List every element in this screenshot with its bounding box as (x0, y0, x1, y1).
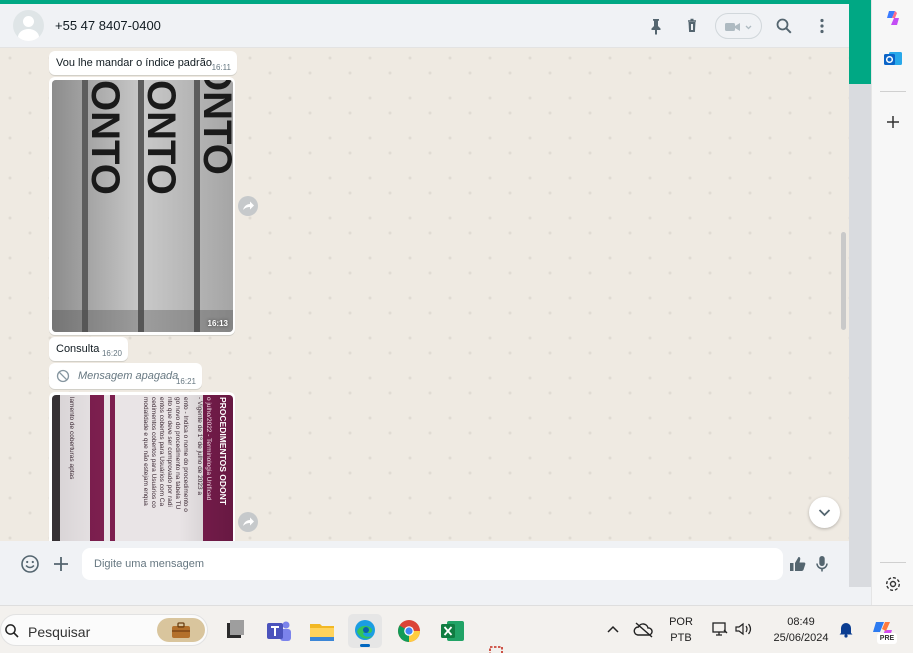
teams-icon[interactable] (262, 614, 296, 648)
image-text: ONTO (139, 80, 183, 195)
briefcase-icon[interactable] (157, 618, 205, 642)
notification-bell-icon[interactable] (837, 620, 855, 638)
chat-scrollbar[interactable] (841, 232, 846, 330)
edge-sidebar (871, 0, 913, 605)
chevron-down-icon (818, 509, 831, 517)
accent-bar (849, 4, 871, 84)
image-text: ONTO (195, 80, 233, 175)
pin-icon[interactable] (645, 15, 667, 37)
clock-date[interactable]: 25/06/2024 (766, 632, 836, 644)
attach-icon[interactable] (50, 553, 72, 575)
clock-time[interactable]: 08:49 (766, 616, 836, 628)
taskbar-search-label: Pesquisar (28, 624, 91, 640)
thumbs-up-icon[interactable] (787, 553, 809, 575)
trash-icon[interactable] (681, 15, 703, 37)
message-time: 16:20 (101, 349, 122, 358)
video-call-button[interactable] (715, 13, 762, 39)
file-explorer-icon[interactable] (305, 614, 339, 648)
window-edge (849, 84, 871, 587)
edge-icon[interactable] (348, 614, 382, 648)
image-text: PROCEDIMENTOS ODONT (218, 397, 228, 506)
preview-badge: PRE (877, 633, 897, 644)
message-text: Consulta (56, 343, 100, 355)
forward-button[interactable] (238, 196, 258, 216)
message-bubble[interactable]: Consulta 16:20 (49, 337, 128, 361)
network-icon[interactable] (711, 620, 729, 638)
video-call-icon (725, 23, 752, 31)
message-time: 16:11 (211, 63, 231, 72)
image-message[interactable]: PROCEDIMENTOS ODONT o julho/2022 - Termi… (49, 392, 235, 541)
copilot-icon[interactable] (883, 8, 903, 28)
accent-bar (0, 0, 871, 4)
contact-name[interactable]: +55 47 8407-0400 (55, 18, 161, 33)
message-image[interactable]: PROCEDIMENTOS ODONT o julho/2022 - Termi… (52, 395, 233, 541)
keyboard-layout[interactable]: PTB (666, 632, 696, 644)
emoji-icon[interactable] (19, 553, 41, 575)
volume-icon[interactable] (734, 620, 754, 638)
search-icon (5, 624, 19, 638)
snipping-icon[interactable] (488, 642, 508, 653)
image-text: - Vigente de 1º de julho de 2023 a (196, 397, 203, 495)
scroll-down-button[interactable] (809, 497, 840, 528)
message-time: 16:21 (175, 377, 196, 386)
deleted-icon (56, 369, 70, 383)
add-icon[interactable] (883, 112, 903, 132)
excel-icon[interactable] (436, 614, 470, 648)
chrome-icon[interactable] (392, 614, 426, 648)
forward-icon (243, 201, 254, 210)
copilot-taskbar-icon[interactable]: PRE (869, 617, 897, 645)
more-icon[interactable] (811, 15, 833, 37)
message-placeholder: Digite uma mensagem (94, 558, 205, 570)
task-view-icon[interactable] (218, 614, 252, 648)
image-text: o julho/2022 - Terminologia Unificad (205, 397, 212, 501)
message-bubble[interactable]: Vou lhe mandar o índice padrão 16:11 (49, 51, 237, 75)
image-text: entos cobertos para Usuários com Ca (158, 397, 165, 506)
onedrive-offline-icon[interactable] (633, 620, 655, 640)
image-text: go novo do procedimento na tabela TU (174, 397, 181, 510)
forward-icon (243, 517, 254, 526)
deleted-message[interactable]: Mensagem apagada 16:21 (49, 363, 202, 389)
search-icon[interactable] (773, 15, 795, 37)
outlook-icon[interactable] (883, 49, 903, 69)
message-image[interactable]: ONTO ONTO ONTO 16:13 (52, 80, 233, 332)
whatsapp-window: +55 47 8407-0400 Vou lhe mandar o índice… (0, 0, 849, 587)
message-text: Vou lhe mandar o índice padrão (56, 57, 212, 69)
chat-area: Vou lhe mandar o índice padrão 16:11 ONT… (0, 48, 849, 541)
image-text: modalidade e que não estejam enqua (142, 397, 149, 506)
composer: Digite uma mensagem (0, 541, 849, 587)
chat-header: +55 47 8407-0400 (0, 4, 849, 48)
avatar[interactable] (13, 10, 44, 41)
image-text: ONTO (83, 80, 127, 195)
image-message[interactable]: ONTO ONTO ONTO 16:13 (49, 77, 235, 335)
chevron-up-icon[interactable] (604, 621, 622, 639)
taskbar-search[interactable]: Pesquisar (0, 614, 208, 646)
taskbar: Pesquisar POR PTB 08:49 25/06/2024 PRE (0, 605, 913, 653)
gear-icon[interactable] (883, 574, 903, 594)
message-time: 16:13 (207, 319, 228, 328)
microphone-icon[interactable] (811, 553, 833, 575)
deleted-text: Mensagem apagada (78, 370, 179, 382)
forward-button[interactable] (238, 512, 258, 532)
image-text: ento - Indica o nome do procedimento o (182, 397, 189, 512)
image-text: cedimentos cobertos para Usuários co (150, 397, 157, 508)
language-indicator[interactable]: POR (666, 616, 696, 628)
image-text: lamento de coberturas aptas (68, 397, 75, 480)
image-text: nto que deve ser comprovado por radi (166, 397, 173, 507)
message-input[interactable]: Digite uma mensagem (82, 548, 783, 580)
